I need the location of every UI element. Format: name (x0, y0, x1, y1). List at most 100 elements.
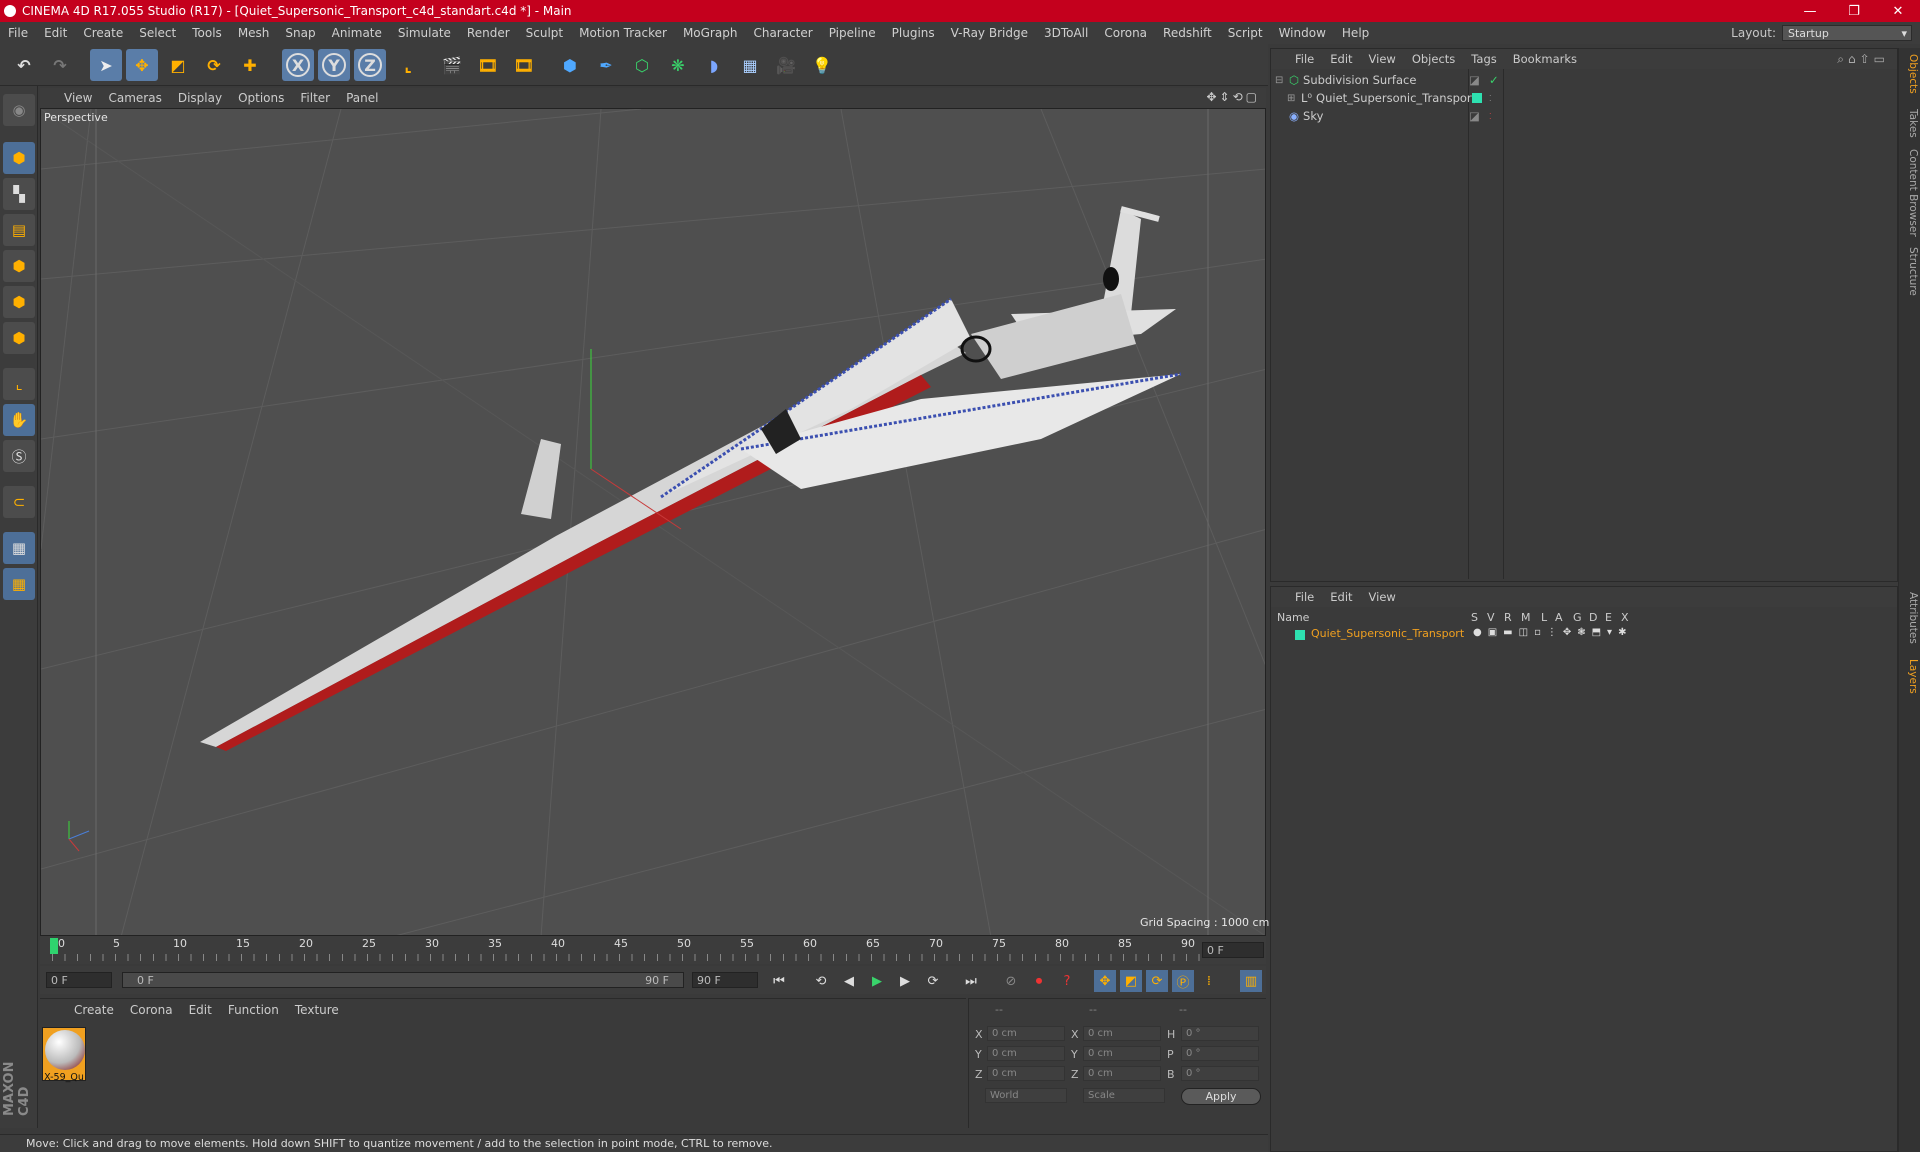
texture-mode-icon[interactable]: ▚ (3, 178, 35, 210)
object-row-subdivision-surface[interactable]: ⊟ ⬡ Subdivision Surface ◪ ✓ (1275, 71, 1920, 89)
menu-sculpt[interactable]: Sculpt (518, 26, 571, 40)
material-menu-corona[interactable]: Corona (122, 1003, 181, 1017)
layout-select[interactable]: Startup ▾ (1782, 25, 1912, 41)
menu-help[interactable]: Help (1334, 26, 1377, 40)
tab-takes[interactable]: Takes (1901, 104, 1919, 142)
size-x-field[interactable]: 0 cm (1083, 1026, 1161, 1041)
planar-workplane-icon[interactable]: ▦ (3, 568, 35, 600)
menu-mesh[interactable]: Mesh (230, 26, 278, 40)
edges-mode-icon[interactable]: ⬢ (3, 286, 35, 318)
layer-col-animation[interactable]: A (1555, 611, 1563, 624)
polygons-mode-icon[interactable]: ⬢ (3, 322, 35, 354)
select-arrow-icon[interactable]: ➤ (90, 49, 122, 81)
key-scale-icon[interactable]: ◩ (1120, 970, 1142, 992)
lock-workplane-icon[interactable]: ▦ (3, 532, 35, 564)
object-menu-edit[interactable]: Edit (1322, 52, 1360, 66)
menu-mograph[interactable]: MoGraph (675, 26, 746, 40)
tab-layers[interactable]: Layers (1901, 654, 1919, 698)
subdivision-icon[interactable]: ⬡ (626, 49, 658, 81)
axis-mode-icon[interactable]: ⌞ (3, 368, 35, 400)
tweak-mode-icon[interactable]: ✋ (3, 404, 35, 436)
menu-character[interactable]: Character (745, 26, 820, 40)
start-frame-field[interactable]: 0 F (46, 972, 112, 988)
menu-corona[interactable]: Corona (1096, 26, 1155, 40)
enabled-check-icon[interactable]: ✓ (1489, 73, 1499, 87)
transform-mode-select[interactable]: Scale (1083, 1088, 1165, 1103)
material-menu-edit[interactable]: Edit (181, 1003, 220, 1017)
play-icon[interactable]: ▶ (866, 970, 888, 992)
timeline-ruler[interactable]: 0 5 10 15 20 25 30 35 40 45 50 55 60 65 … (40, 936, 1266, 964)
layer-color-swatch[interactable] (1472, 93, 1482, 103)
object-manager-tool-icons[interactable]: ⌕⌂⇧▭ (1837, 52, 1889, 67)
menu-redshift[interactable]: Redshift (1155, 26, 1220, 40)
layer-name[interactable]: Quiet_Supersonic_Transport (1311, 627, 1464, 640)
camera-icon[interactable]: 🎥 (770, 49, 802, 81)
layer-menu-file[interactable]: File (1287, 590, 1322, 604)
y-axis-icon[interactable]: Y (318, 49, 350, 81)
magnet-icon[interactable]: ⊂ (3, 486, 35, 518)
deformer-icon[interactable]: ◗ (698, 49, 730, 81)
menu-script[interactable]: Script (1220, 26, 1271, 40)
next-frame-icon[interactable]: ▶ (894, 970, 916, 992)
add-icon[interactable]: ✚ (234, 49, 266, 81)
object-row-quiet-supersonic-transport[interactable]: ⊞ L⁰ Quiet_Supersonic_Transport ⁚ (1275, 89, 1920, 107)
object-row-sky[interactable]: ◉ Sky ◪ ⁚ (1275, 107, 1920, 125)
next-key-icon[interactable]: ⟳ (922, 970, 944, 992)
make-editable-icon[interactable]: ◉ (3, 94, 35, 126)
visibility-dots[interactable]: ⁚ (1489, 112, 1492, 121)
menu-render[interactable]: Render (459, 26, 518, 40)
visibility-toggle[interactable]: ◪ (1469, 109, 1480, 123)
menu-create[interactable]: Create (75, 26, 131, 40)
expand-icon[interactable]: ⊞ (1287, 93, 1297, 104)
tab-attributes[interactable]: Attributes (1901, 588, 1919, 648)
end-frame-field[interactable]: 90 F (692, 972, 758, 988)
position-y-field[interactable]: 0 cm (987, 1046, 1065, 1061)
rotation-h-field[interactable]: 0 ° (1181, 1026, 1259, 1041)
object-menu-bookmarks[interactable]: Bookmarks (1505, 52, 1585, 66)
snap-icon[interactable]: Ⓢ (3, 440, 35, 472)
coord-system-icon[interactable]: ⌞ (392, 49, 424, 81)
rotation-p-field[interactable]: 0 ° (1181, 1046, 1259, 1061)
object-menu-file[interactable]: File (1287, 52, 1322, 66)
menu-window[interactable]: Window (1271, 26, 1334, 40)
menu-select[interactable]: Select (131, 26, 184, 40)
current-frame-field[interactable]: 0 F (1202, 942, 1264, 958)
viewport-nav-icons[interactable]: ✥⇕⟲▢ (1206, 90, 1260, 104)
menu-tools[interactable]: Tools (184, 26, 230, 40)
restore-button[interactable]: ❐ (1832, 0, 1876, 22)
rotate-icon[interactable]: ⟳ (198, 49, 230, 81)
layer-row[interactable]: Quiet_Supersonic_Transport ●▣▬◫▫⋮✥❃⬒▾✱ (1271, 627, 1897, 643)
layer-color-swatch[interactable] (1295, 630, 1305, 640)
material-menu-create[interactable]: Create (66, 1003, 122, 1017)
light-icon[interactable]: 💡 (806, 49, 838, 81)
scale-icon[interactable]: ◩ (162, 49, 194, 81)
size-z-field[interactable]: 0 cm (1083, 1066, 1161, 1081)
3d-viewport[interactable] (40, 108, 1266, 936)
object-menu-objects[interactable]: Objects (1404, 52, 1463, 66)
go-to-start-icon[interactable]: ⏮ (768, 970, 790, 992)
viewport-menu-filter[interactable]: Filter (292, 91, 338, 105)
material-swatch[interactable]: X-59_Qu (42, 1027, 86, 1083)
floor-icon[interactable]: ▦ (734, 49, 766, 81)
frame-range-slider[interactable]: 0 F 90 F (122, 972, 684, 988)
timeline-window-icon[interactable]: ▥ (1240, 970, 1262, 992)
menu-edit[interactable]: Edit (36, 26, 75, 40)
menu-file[interactable]: File (0, 26, 36, 40)
tab-content-browser[interactable]: Content Browser (1901, 148, 1919, 238)
key-rotation-icon[interactable]: ⟳ (1146, 970, 1168, 992)
visibility-dots[interactable]: ⁚ (1489, 94, 1492, 103)
layer-toggle-icons[interactable]: ●▣▬◫▫⋮✥❃⬒▾✱ (1473, 627, 1632, 638)
previous-key-icon[interactable]: ⟲ (810, 970, 832, 992)
undo-icon[interactable]: ↶ (8, 49, 40, 81)
tab-objects[interactable]: Objects (1901, 52, 1919, 96)
render-view-icon[interactable]: 🎬 (436, 49, 468, 81)
key-pla-icon[interactable]: ⁞ (1198, 970, 1220, 992)
key-parameter-icon[interactable]: Ⓟ (1172, 970, 1194, 992)
coordinate-space-select[interactable]: World (985, 1088, 1067, 1103)
points-mode-icon[interactable]: ⬢ (3, 250, 35, 282)
workplane-icon[interactable]: ▤ (3, 214, 35, 246)
menu-pipeline[interactable]: Pipeline (821, 26, 884, 40)
x-axis-icon[interactable]: X (282, 49, 314, 81)
record-icon[interactable]: ⏺ (1028, 970, 1050, 992)
menu-plugins[interactable]: Plugins (884, 26, 943, 40)
